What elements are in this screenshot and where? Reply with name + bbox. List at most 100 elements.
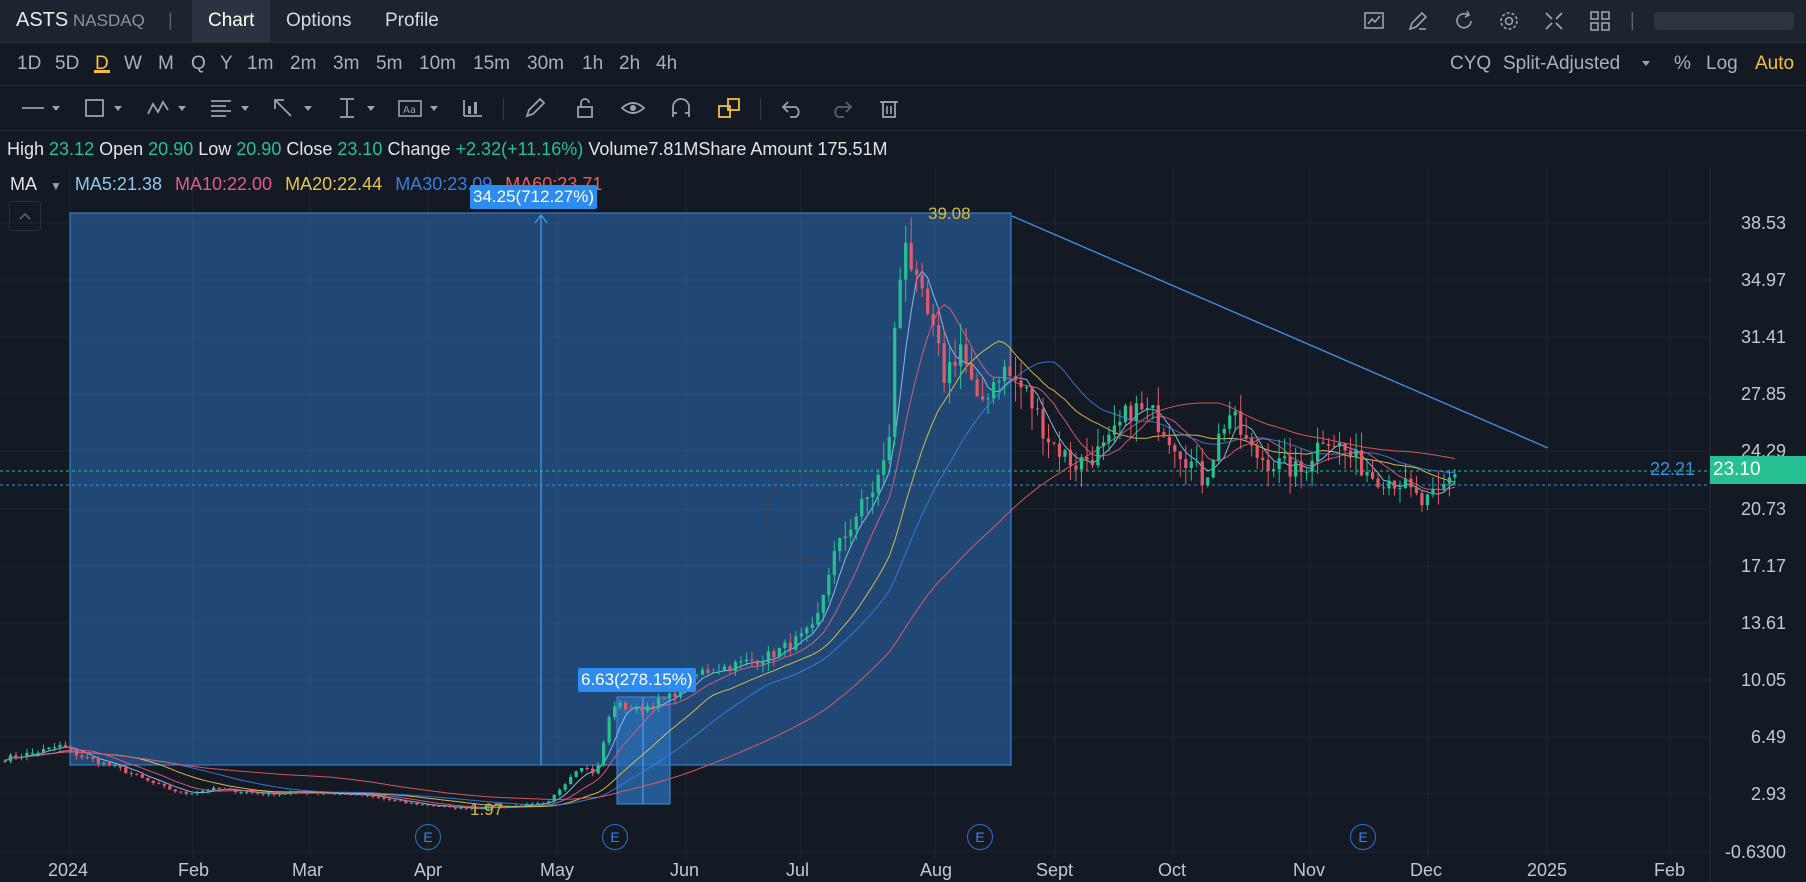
candle-body xyxy=(140,774,144,778)
candle-body xyxy=(514,805,518,807)
y-tick: 34.97 xyxy=(1740,270,1786,290)
magnet-icon[interactable] xyxy=(668,96,694,120)
lock-icon[interactable] xyxy=(572,96,598,120)
tab-profile[interactable]: Profile xyxy=(369,0,455,42)
timeframe-m[interactable]: M xyxy=(158,53,174,75)
timeframe-y[interactable]: Y xyxy=(220,53,233,75)
candle-body xyxy=(343,793,348,795)
chevron-down-icon[interactable]: ▼ xyxy=(50,179,62,193)
divider xyxy=(503,98,504,120)
candle-body xyxy=(1206,477,1210,486)
candle-body xyxy=(1140,403,1144,410)
x-tick: Feb xyxy=(178,860,210,880)
earnings-marker[interactable]: E xyxy=(967,824,993,850)
candle-body xyxy=(827,574,831,595)
candle-body xyxy=(1112,425,1116,435)
chart-type-icon[interactable] xyxy=(1362,9,1386,33)
candle-body xyxy=(234,789,238,793)
price-chart[interactable] xyxy=(0,168,1806,882)
candle-body xyxy=(1326,443,1331,446)
candle-body xyxy=(706,669,710,673)
cyq-toggle[interactable]: CYQ xyxy=(1450,53,1491,75)
candle-body xyxy=(722,666,727,672)
draw-icon[interactable] xyxy=(1406,9,1430,33)
candle-body xyxy=(547,801,551,803)
candle-body xyxy=(162,783,166,786)
candle-body xyxy=(1431,488,1435,495)
timeframe-w[interactable]: W xyxy=(124,53,142,75)
timeframe-4h[interactable]: 4h xyxy=(656,53,677,75)
chevron-down-icon[interactable] xyxy=(304,106,312,111)
earnings-marker[interactable]: E xyxy=(1350,824,1376,850)
candle-body xyxy=(371,795,375,797)
eye-icon[interactable] xyxy=(620,96,646,120)
indicator-tool-icon[interactable] xyxy=(460,96,486,120)
chevron-down-icon[interactable] xyxy=(178,106,186,111)
chevron-down-icon[interactable] xyxy=(241,106,249,111)
timeframe-1m[interactable]: 1m xyxy=(247,53,273,75)
trash-icon[interactable] xyxy=(876,96,902,120)
candle-body xyxy=(52,747,57,749)
collapse-icon[interactable] xyxy=(1542,9,1566,33)
account-avatar[interactable] xyxy=(1654,12,1794,30)
earnings-marker[interactable]: E xyxy=(602,824,628,850)
timeframe-q[interactable]: Q xyxy=(191,53,206,75)
collapse-legend-button[interactable] xyxy=(9,201,41,231)
candle-body xyxy=(794,636,798,650)
ma-label[interactable]: MA xyxy=(10,174,37,194)
chevron-down-icon[interactable] xyxy=(1642,61,1650,66)
candle-body xyxy=(777,647,781,658)
timeframe-1d[interactable]: 1D xyxy=(17,53,41,75)
candle-body xyxy=(1420,493,1424,506)
chevron-down-icon[interactable] xyxy=(367,106,375,111)
pencil-icon[interactable] xyxy=(523,96,549,120)
candle-body xyxy=(563,784,567,790)
tab-options[interactable]: Options xyxy=(270,0,367,42)
percent-toggle[interactable]: % xyxy=(1674,53,1691,75)
text-tool-icon[interactable]: Aa xyxy=(397,96,423,120)
timeframe-10m[interactable]: 10m xyxy=(419,53,456,75)
candle-body xyxy=(915,269,919,275)
candle-body xyxy=(700,669,705,675)
fib-tool-icon[interactable] xyxy=(208,96,234,120)
candle-body xyxy=(607,717,611,743)
low-price-label: 1.97 xyxy=(470,800,504,819)
timeframe-15m[interactable]: 15m xyxy=(473,53,510,75)
timeframe-5d[interactable]: 5D xyxy=(55,53,79,75)
svg-text:Aa: Aa xyxy=(403,105,416,116)
candle-body xyxy=(744,659,749,662)
auto-toggle[interactable]: Auto xyxy=(1755,53,1794,75)
refresh-icon[interactable] xyxy=(1452,9,1476,33)
link-drawings-icon[interactable] xyxy=(716,96,742,120)
timeframe-5m[interactable]: 5m xyxy=(376,53,402,75)
candle-body xyxy=(733,661,738,671)
pattern-tool-icon[interactable] xyxy=(146,96,172,120)
earnings-marker[interactable]: E xyxy=(415,824,441,850)
undo-icon[interactable] xyxy=(780,96,806,120)
rectangle-tool-icon[interactable] xyxy=(82,96,108,120)
adjust-select[interactable]: Split-Adjusted xyxy=(1503,53,1620,75)
active-timeframe-indicator xyxy=(94,70,110,73)
timeframe-3m[interactable]: 3m xyxy=(333,53,359,75)
chevron-down-icon[interactable] xyxy=(430,106,438,111)
candle-body xyxy=(267,792,271,795)
log-toggle[interactable]: Log xyxy=(1706,53,1738,75)
settings-icon[interactable] xyxy=(1497,9,1521,33)
redo-icon[interactable] xyxy=(828,96,854,120)
chevron-down-icon[interactable] xyxy=(114,106,122,111)
timeframe-2m[interactable]: 2m xyxy=(290,53,316,75)
line-tool-icon[interactable] xyxy=(20,96,46,120)
candle-body xyxy=(190,793,194,795)
timeframe-1h[interactable]: 1h xyxy=(582,53,603,75)
candle-body xyxy=(1052,442,1056,444)
candle-body xyxy=(1008,366,1012,377)
chevron-down-icon[interactable] xyxy=(52,106,60,111)
candle-body xyxy=(1156,405,1160,433)
timeframe-2h[interactable]: 2h xyxy=(619,53,640,75)
measure-tool-icon[interactable] xyxy=(334,96,360,120)
candle-body xyxy=(618,702,622,707)
timeframe-30m[interactable]: 30m xyxy=(527,53,564,75)
layout-grid-icon[interactable] xyxy=(1588,9,1612,33)
arrow-tool-icon[interactable] xyxy=(270,96,296,120)
tab-chart[interactable]: Chart xyxy=(192,0,271,42)
